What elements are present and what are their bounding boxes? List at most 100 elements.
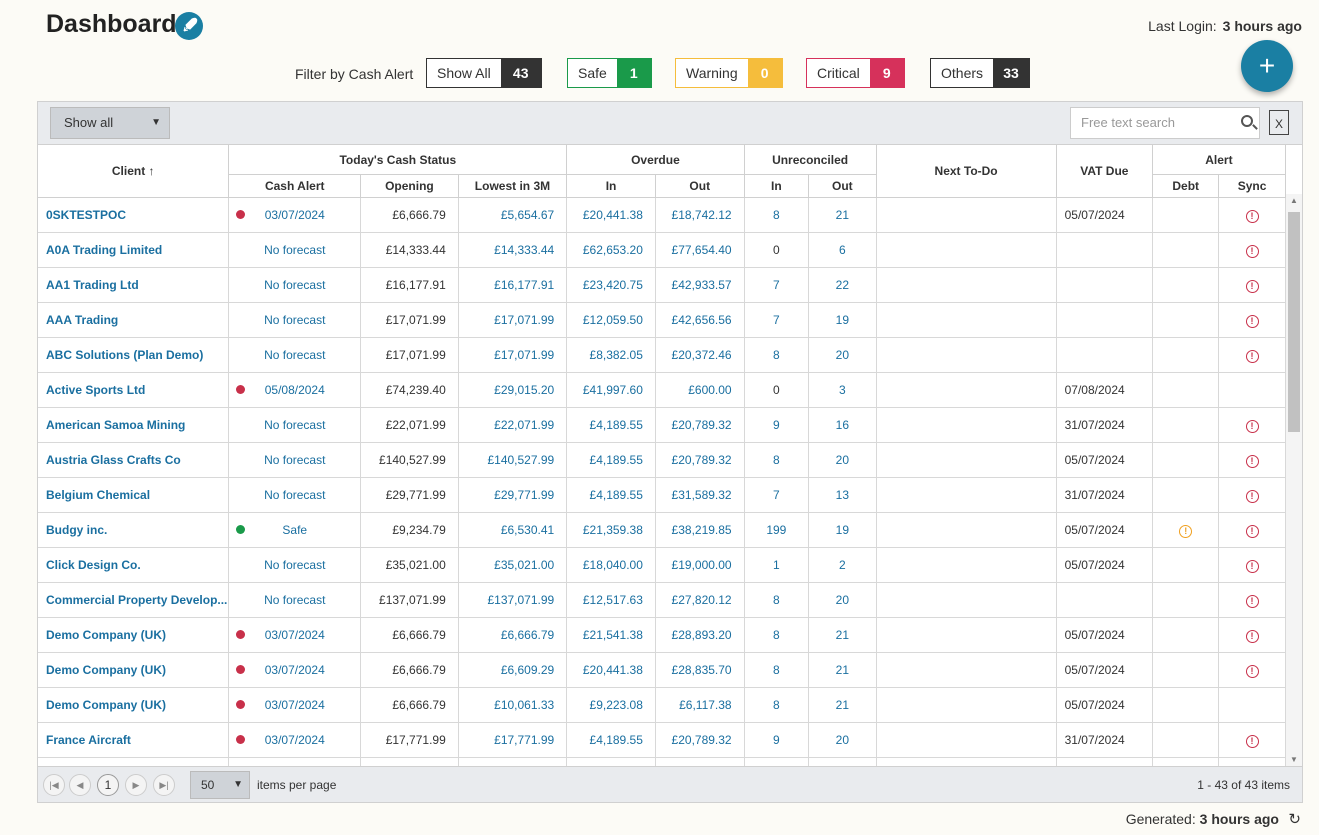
overdue-out-cell[interactable]: £20,789.32 <box>655 407 745 443</box>
unrec-out-cell[interactable]: 19 <box>808 512 877 548</box>
scroll-up-icon[interactable]: ▲ <box>1286 196 1302 205</box>
cash-alert-cell[interactable]: Safe <box>228 512 362 548</box>
overdue-out-cell[interactable]: £28,893.20 <box>655 617 745 653</box>
unrec-in-cell[interactable]: 8 <box>744 337 810 373</box>
cash-alert-cell[interactable]: No forecast <box>228 442 362 478</box>
overdue-in-cell[interactable]: £20,441.38 <box>566 652 656 688</box>
filter-show-all-button[interactable]: Show All 43 <box>426 58 542 88</box>
unrec-in-cell[interactable]: 8 <box>744 617 810 653</box>
search-icon[interactable] <box>1241 115 1253 127</box>
lowest-cell[interactable]: £6,530.41 <box>458 512 568 548</box>
table-row[interactable]: American Samoa Mining No forecast £22,071.… <box>38 407 1302 443</box>
filter-others-button[interactable]: Others 33 <box>930 58 1031 88</box>
overdue-in-cell[interactable]: £23,420.75 <box>566 267 656 303</box>
alert-icon[interactable]: ! <box>1245 454 1259 468</box>
client-link[interactable]: Demo Company (UK) <box>38 687 230 723</box>
col-debt[interactable]: Debt <box>1152 174 1220 198</box>
col-lowest[interactable]: Lowest in 3M <box>458 174 568 198</box>
table-row[interactable]: AA1 Trading Ltd No forecast £16,177.91 £16,… <box>38 267 1302 303</box>
page-size-select[interactable]: 50 ▼ <box>190 771 250 799</box>
col-sync[interactable]: Sync <box>1218 174 1286 198</box>
cash-alert-cell[interactable]: No forecast <box>228 232 362 268</box>
cash-alert-cell[interactable]: No forecast <box>228 337 362 373</box>
cash-alert-cell[interactable]: No forecast <box>228 582 362 618</box>
overdue-in-cell[interactable]: £12,059.50 <box>566 302 656 338</box>
client-link[interactable]: Click Design Co. <box>38 547 230 583</box>
unrec-out-cell[interactable]: 21 <box>808 617 877 653</box>
alert-icon[interactable]: ! <box>1245 314 1259 328</box>
lowest-cell[interactable]: £35,021.00 <box>458 547 568 583</box>
lowest-cell[interactable]: £16,177.91 <box>458 267 568 303</box>
unrec-in-cell[interactable]: 1 <box>744 547 810 583</box>
col-opening[interactable]: Opening <box>360 174 459 198</box>
table-row[interactable]: Commercial Property Develop... No forecas… <box>38 582 1302 618</box>
client-link[interactable]: Demo Company (UK) <box>38 617 230 653</box>
overdue-out-cell[interactable]: £18,742.12 <box>655 197 745 233</box>
col-next-todo[interactable]: Next To-Do <box>876 145 1057 198</box>
unrec-in-cell[interactable]: 8 <box>744 687 810 723</box>
unrec-out-cell[interactable]: 21 <box>808 687 877 723</box>
overdue-out-cell[interactable]: £20,789.32 <box>655 442 745 478</box>
lowest-cell[interactable]: £140,527.99 <box>458 442 568 478</box>
lowest-cell[interactable]: £6,666.79 <box>458 617 568 653</box>
client-link[interactable]: Demo Company (UK) <box>38 652 230 688</box>
cash-alert-cell[interactable]: No forecast <box>228 547 362 583</box>
overdue-in-cell[interactable]: £62,653.20 <box>566 232 656 268</box>
table-row[interactable]: Demo Company (UK) 03/07/2024 £6,666.79 £6,6… <box>38 652 1302 688</box>
lowest-cell[interactable]: £29,771.99 <box>458 477 568 513</box>
overdue-out-cell[interactable]: £20,789.32 <box>655 722 745 758</box>
table-row[interactable]: Belgium Chemical No forecast £29,771.99 £29… <box>38 477 1302 513</box>
filter-warning-button[interactable]: Warning 0 <box>675 58 783 88</box>
overdue-in-cell[interactable]: £18,040.00 <box>566 547 656 583</box>
table-row[interactable]: Active Sports Ltd 05/08/2024 £74,239.40 £29… <box>38 372 1302 408</box>
search-input[interactable]: Free text search <box>1070 107 1260 139</box>
client-link[interactable]: Austria Glass Crafts Co <box>38 442 230 478</box>
overdue-out-cell[interactable]: £42,933.57 <box>655 267 745 303</box>
last-page-icon[interactable]: ▶| <box>153 774 175 796</box>
col-unrec-in[interactable]: In <box>744 174 810 198</box>
overdue-in-cell[interactable]: £4,189.55 <box>566 407 656 443</box>
cash-alert-cell[interactable]: No forecast <box>228 407 362 443</box>
table-row[interactable]: 0SKTESTPOC 03/07/2024 £6,666.79 £5,654.67 £2… <box>38 197 1302 233</box>
overdue-in-cell[interactable]: £4,189.55 <box>566 722 656 758</box>
overdue-out-cell[interactable]: £27,820.12 <box>655 582 745 618</box>
overdue-in-cell[interactable]: £21,359.38 <box>566 512 656 548</box>
unrec-in-cell[interactable]: 9 <box>744 722 810 758</box>
unrec-out-cell[interactable]: 21 <box>808 197 877 233</box>
lowest-cell[interactable]: £17,071.99 <box>458 302 568 338</box>
client-link[interactable]: Active Sports Ltd <box>38 372 230 408</box>
col-overdue-out[interactable]: Out <box>655 174 745 198</box>
client-link[interactable]: Commercial Property Develop... <box>38 582 230 618</box>
client-link[interactable]: A0A Trading Limited <box>38 232 230 268</box>
cash-alert-cell[interactable]: 03/07/2024 <box>228 652 362 688</box>
unrec-in-cell[interactable]: 7 <box>744 302 810 338</box>
unrec-out-cell[interactable]: 3 <box>808 372 877 408</box>
overdue-in-cell[interactable]: £9,223.08 <box>566 687 656 723</box>
unrec-in-cell[interactable]: 9 <box>744 407 810 443</box>
overdue-in-cell[interactable]: £8,382.05 <box>566 337 656 373</box>
client-link[interactable]: ABC Solutions (Plan Demo) <box>38 337 230 373</box>
col-client[interactable]: Client ↑ <box>38 145 230 198</box>
overdue-out-cell[interactable]: £42,656.56 <box>655 302 745 338</box>
unrec-out-cell[interactable]: 13 <box>808 477 877 513</box>
alert-icon[interactable]: ! <box>1245 489 1259 503</box>
page-number-button[interactable]: 1 <box>97 774 119 796</box>
col-cash-alert[interactable]: Cash Alert <box>228 174 362 198</box>
lowest-cell[interactable]: £6,609.29 <box>458 652 568 688</box>
alert-icon[interactable]: ! <box>1245 664 1259 678</box>
overdue-out-cell[interactable]: £19,000.00 <box>655 547 745 583</box>
alert-icon[interactable]: ! <box>1245 629 1259 643</box>
unrec-out-cell[interactable]: 20 <box>808 442 877 478</box>
unrec-in-cell[interactable]: 8 <box>744 197 810 233</box>
next-page-icon[interactable]: ▶ <box>125 774 147 796</box>
table-row[interactable]: A0A Trading Limited No forecast £14,333.44… <box>38 232 1302 268</box>
unrec-out-cell[interactable]: 20 <box>808 337 877 373</box>
scrollbar-thumb[interactable] <box>1288 212 1300 432</box>
client-link[interactable]: AAA Trading <box>38 302 230 338</box>
unrec-in-cell[interactable]: 8 <box>744 652 810 688</box>
table-row[interactable]: Austria Glass Crafts Co No forecast £140,5… <box>38 442 1302 478</box>
rocket-icon[interactable] <box>175 12 203 40</box>
vertical-scrollbar[interactable]: ▲ ▼ <box>1286 194 1302 766</box>
table-row[interactable]: Demo Company (UK) 03/07/2024 £6,666.79 £10,… <box>38 687 1302 723</box>
unrec-in-cell[interactable]: 0 <box>744 232 810 268</box>
